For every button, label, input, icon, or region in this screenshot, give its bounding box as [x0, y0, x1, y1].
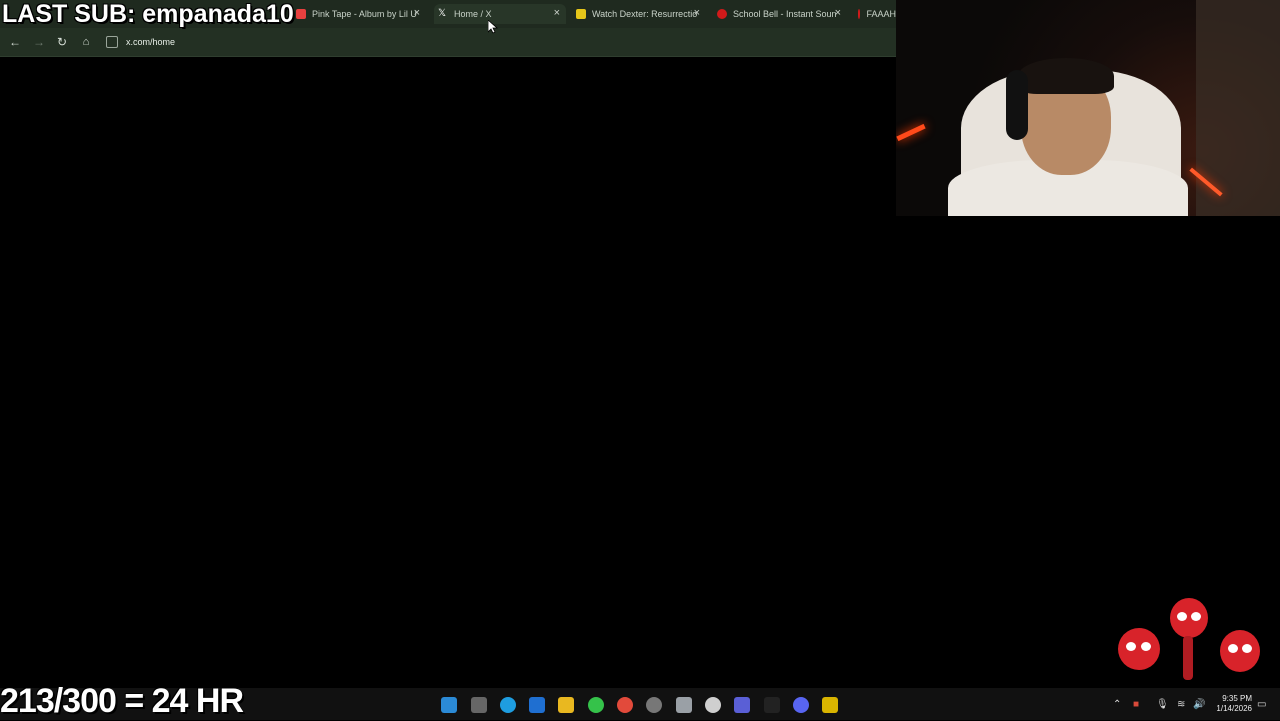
close-icon[interactable]: ×: [694, 7, 700, 19]
tab-school-bell[interactable]: School Bell - Instant Soun ×: [717, 4, 847, 24]
sticker-eye: [1126, 642, 1136, 651]
tab-label: School Bell - Instant Soun: [733, 9, 837, 19]
chrome-icon[interactable]: [617, 697, 633, 713]
tv-icon: [576, 9, 586, 19]
tab-label: Home / X: [454, 9, 492, 19]
forward-arrow-icon[interactable]: →: [32, 35, 46, 49]
tab-label: FAAAH: [866, 9, 896, 19]
last-sub-overlay: LAST SUB: empanada10: [2, 0, 294, 28]
home-icon[interactable]: ⌂: [79, 35, 93, 49]
tab-label: Pink Tape - Album by Lil U: [312, 9, 417, 19]
edge-icon[interactable]: [500, 697, 516, 713]
sticker-eye: [1141, 642, 1151, 651]
chevron-up-icon[interactable]: ⌃: [1113, 699, 1121, 710]
webcam-feed: [896, 0, 1280, 216]
tab-dexter[interactable]: Watch Dexter: Resurrectio ×: [576, 4, 706, 24]
spiderman-sticker: [1170, 598, 1208, 638]
tab-faaah[interactable]: FAAAH: [858, 4, 896, 24]
sticker-eye: [1177, 612, 1187, 621]
sub-goal-overlay: 213/300 = 24 HR: [0, 682, 244, 720]
sound-icon: [717, 9, 727, 19]
back-arrow-icon[interactable]: ←: [8, 35, 22, 49]
close-icon[interactable]: ×: [554, 7, 560, 19]
alien-icon[interactable]: [705, 697, 721, 713]
wifi-icon[interactable]: ≋: [1177, 699, 1185, 710]
music-icon: [296, 9, 306, 19]
outlook-icon[interactable]: [529, 697, 545, 713]
led-light: [896, 123, 926, 142]
spiderman-sticker: [1118, 628, 1160, 670]
clock-time: 9:35 PM: [1222, 694, 1252, 703]
notification-icon[interactable]: ▭: [1257, 699, 1266, 710]
taskbar-clock[interactable]: 9:35 PM 1/14/2026: [1212, 694, 1252, 714]
app-icon[interactable]: [764, 697, 780, 713]
tray-app-icon[interactable]: ■: [1133, 699, 1139, 710]
clock-date: 1/14/2026: [1216, 704, 1252, 713]
browser-toolbar: ← → ↻ ⌂ x.com/home: [0, 28, 896, 57]
sticker-eye: [1242, 644, 1252, 653]
spiderman-body: [1183, 636, 1193, 680]
xbox-icon[interactable]: [588, 697, 604, 713]
microphone-icon[interactable]: 🎙: [1156, 699, 1169, 710]
url-text: x.com/home: [126, 37, 176, 47]
tab-label: Watch Dexter: Resurrectio: [592, 9, 698, 19]
obs-icon[interactable]: [646, 697, 662, 713]
windows-start-icon[interactable]: [441, 697, 457, 713]
tab-pink-tape[interactable]: Pink Tape - Album by Lil U ×: [296, 4, 426, 24]
site-info-icon[interactable]: [106, 36, 118, 48]
close-icon[interactable]: ×: [414, 7, 420, 19]
task-view-icon[interactable]: [471, 697, 487, 713]
tab-home-x[interactable]: 𝕏 Home / X ×: [434, 4, 566, 24]
sound-icon: [858, 9, 861, 19]
sticker-eye: [1228, 644, 1238, 653]
app-icon[interactable]: [822, 697, 838, 713]
cam-hair: [1018, 58, 1114, 94]
file-explorer-icon[interactable]: [558, 697, 574, 713]
reload-icon[interactable]: ↻: [55, 35, 69, 49]
store-icon[interactable]: [676, 697, 692, 713]
address-bar[interactable]: x.com/home: [106, 34, 886, 50]
mouse-cursor-icon: [488, 20, 498, 34]
speaker-icon[interactable]: 🔊: [1193, 699, 1205, 710]
sticker-eye: [1191, 612, 1201, 621]
headset-icon: [1006, 70, 1028, 140]
x-logo-icon: 𝕏: [438, 8, 447, 19]
discord-icon[interactable]: [793, 697, 809, 713]
teams-icon[interactable]: [734, 697, 750, 713]
close-icon[interactable]: ×: [835, 7, 841, 19]
spiderman-sticker: [1220, 630, 1260, 672]
